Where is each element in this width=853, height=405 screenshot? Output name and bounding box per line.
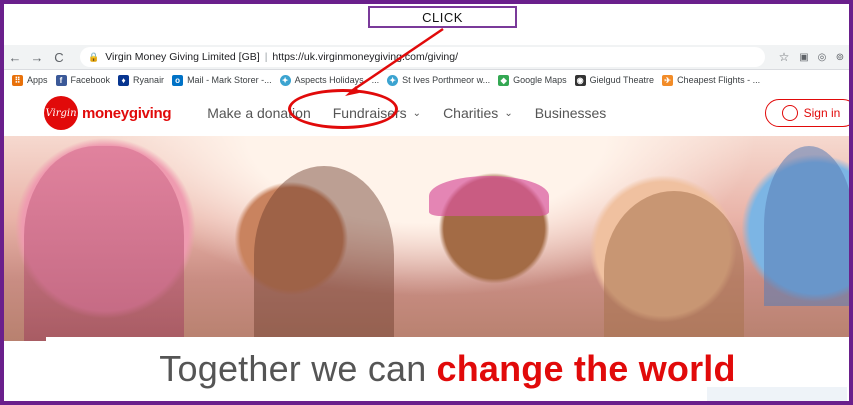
chevron-down-icon: ⌄ bbox=[412, 107, 422, 119]
logo-wordmark: moneygiving bbox=[82, 104, 172, 122]
extension-icon[interactable]: ◎ bbox=[813, 52, 831, 63]
bookmark-aspects[interactable]: ✦ Aspects Holidays - ... bbox=[279, 74, 380, 86]
bookmark-label: Ryanair bbox=[133, 75, 165, 85]
virgin-logo-icon: Virgin bbox=[44, 96, 78, 130]
browser-toolbar: ← → C 🔒 Virgin Money Giving Limited [GB]… bbox=[4, 45, 849, 70]
bookmark-facebook[interactable]: f Facebook bbox=[55, 74, 111, 86]
extension-icon[interactable]: ▣ bbox=[795, 52, 813, 63]
callout-label: CLICK bbox=[422, 9, 463, 25]
bookmark-label: Aspects Holidays - ... bbox=[294, 75, 380, 85]
url-separator: | bbox=[264, 51, 268, 63]
nav-label: Businesses bbox=[534, 105, 607, 121]
bookmark-mail[interactable]: o Mail - Mark Storer -... bbox=[172, 74, 272, 86]
bookmark-gielgud[interactable]: ◉ Gielgud Theatre bbox=[574, 74, 655, 86]
google-maps-icon: ◆ bbox=[498, 74, 510, 86]
apps-grid-icon: ⠿ bbox=[12, 74, 23, 86]
tagline-prefix: Together we can bbox=[159, 348, 427, 389]
click-callout: CLICK bbox=[368, 6, 517, 28]
screenshot-frame: ← → C 🔒 Virgin Money Giving Limited [GB]… bbox=[4, 4, 849, 401]
back-button[interactable]: ← bbox=[4, 50, 26, 65]
bookmark-star-icon[interactable]: ☆ bbox=[773, 50, 795, 64]
bookmark-label: Mail - Mark Storer -... bbox=[187, 75, 272, 85]
bookmark-ryanair[interactable]: ♦ Ryanair bbox=[118, 74, 165, 86]
bookmark-flights[interactable]: ✈ Cheapest Flights - ... bbox=[662, 74, 761, 86]
outlook-icon: o bbox=[172, 74, 184, 86]
url-text: https://uk.virginmoneygiving.com/giving/ bbox=[272, 51, 459, 63]
bookmark-label: Google Maps bbox=[513, 75, 567, 85]
bookmark-label: Gielgud Theatre bbox=[589, 75, 655, 85]
bookmark-label: Apps bbox=[27, 75, 48, 85]
theatre-icon: ◉ bbox=[574, 74, 586, 86]
reload-button[interactable]: C bbox=[48, 50, 70, 65]
hero-figure bbox=[429, 176, 549, 216]
extension-icon[interactable]: ⊚ bbox=[831, 52, 849, 63]
bookmark-label: Cheapest Flights - ... bbox=[677, 75, 761, 85]
nav-businesses[interactable]: Businesses bbox=[535, 105, 607, 121]
hero-figure bbox=[764, 146, 849, 306]
bookmark-label: Facebook bbox=[70, 75, 111, 85]
bookmarks-bar: ⠿ Apps f Facebook ♦ Ryanair o Mail - Mar… bbox=[4, 70, 849, 91]
site-identity: Virgin Money Giving Limited [GB] bbox=[105, 51, 260, 63]
stives-icon: ✦ bbox=[387, 74, 399, 86]
site-header: Virgin moneygiving Make a donation Fundr… bbox=[4, 90, 849, 137]
bookmark-apps[interactable]: ⠿ Apps bbox=[12, 74, 48, 86]
forward-button[interactable]: → bbox=[26, 50, 48, 65]
bookmark-label: St Ives Porthmeor w... bbox=[402, 75, 491, 85]
bookmark-st-ives[interactable]: ✦ St Ives Porthmeor w... bbox=[387, 74, 491, 86]
hero-image bbox=[4, 136, 849, 341]
hero-figure bbox=[604, 191, 744, 341]
plane-icon: ✈ bbox=[662, 74, 674, 86]
chevron-down-icon: ⌄ bbox=[504, 107, 513, 119]
site-logo[interactable]: Virgin moneygiving bbox=[44, 96, 172, 130]
aspects-icon: ✦ bbox=[279, 74, 291, 86]
highlight-circle bbox=[288, 89, 398, 129]
address-bar[interactable]: 🔒 Virgin Money Giving Limited [GB] | htt… bbox=[80, 47, 765, 67]
sign-in-label: Sign in bbox=[803, 106, 841, 120]
nav-charities[interactable]: Charities ⌄ bbox=[443, 105, 513, 121]
lock-icon: 🔒 bbox=[88, 51, 100, 62]
facebook-icon: f bbox=[55, 74, 67, 86]
hero-figure bbox=[24, 146, 184, 341]
user-icon bbox=[781, 105, 798, 121]
tagline-accent: change the world bbox=[436, 348, 736, 389]
nav-label: Charities bbox=[443, 105, 499, 121]
faded-overlay bbox=[707, 387, 847, 401]
sign-in-button[interactable]: Sign in bbox=[765, 99, 849, 127]
ryanair-icon: ♦ bbox=[118, 74, 130, 86]
bookmark-google-maps[interactable]: ◆ Google Maps bbox=[498, 74, 567, 86]
hero-figure bbox=[254, 166, 394, 341]
